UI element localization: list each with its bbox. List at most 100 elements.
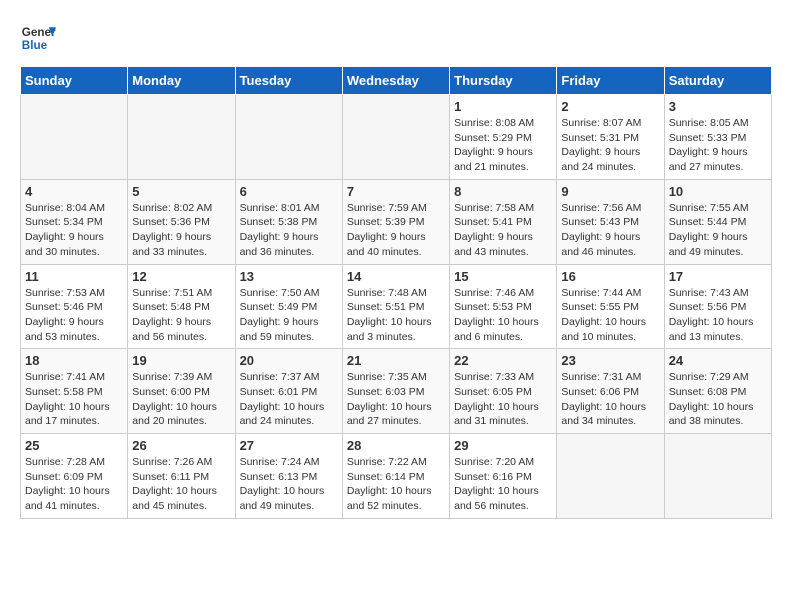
week-row-2: 4 Sunrise: 8:04 AM Sunset: 5:34 PM Daylig… xyxy=(21,179,772,264)
logo: General Blue xyxy=(20,20,60,56)
day-number: 14 xyxy=(347,269,445,284)
day-info: Sunrise: 7:20 AM Sunset: 6:16 PM Dayligh… xyxy=(454,455,552,514)
svg-text:Blue: Blue xyxy=(22,39,48,52)
day-info: Sunrise: 8:08 AM Sunset: 5:29 PM Dayligh… xyxy=(454,116,552,175)
day-number: 7 xyxy=(347,184,445,199)
day-number: 8 xyxy=(454,184,552,199)
day-info: Sunrise: 7:22 AM Sunset: 6:14 PM Dayligh… xyxy=(347,455,445,514)
day-info: Sunrise: 7:59 AM Sunset: 5:39 PM Dayligh… xyxy=(347,201,445,260)
day-info: Sunrise: 7:33 AM Sunset: 6:05 PM Dayligh… xyxy=(454,370,552,429)
day-cell xyxy=(21,95,128,180)
day-info: Sunrise: 7:53 AM Sunset: 5:46 PM Dayligh… xyxy=(25,286,123,345)
day-cell: 29 Sunrise: 7:20 AM Sunset: 6:16 PM Dayli… xyxy=(450,434,557,519)
weekday-header-wednesday: Wednesday xyxy=(342,67,449,95)
day-info: Sunrise: 7:51 AM Sunset: 5:48 PM Dayligh… xyxy=(132,286,230,345)
day-info: Sunrise: 7:37 AM Sunset: 6:01 PM Dayligh… xyxy=(240,370,338,429)
day-number: 3 xyxy=(669,99,767,114)
weekday-header-saturday: Saturday xyxy=(664,67,771,95)
day-cell: 26 Sunrise: 7:26 AM Sunset: 6:11 PM Dayli… xyxy=(128,434,235,519)
day-cell xyxy=(235,95,342,180)
day-cell: 13 Sunrise: 7:50 AM Sunset: 5:49 PM Dayli… xyxy=(235,264,342,349)
logo-icon: General Blue xyxy=(20,20,56,56)
day-number: 29 xyxy=(454,438,552,453)
week-row-5: 25 Sunrise: 7:28 AM Sunset: 6:09 PM Dayli… xyxy=(21,434,772,519)
day-cell: 20 Sunrise: 7:37 AM Sunset: 6:01 PM Dayli… xyxy=(235,349,342,434)
day-cell: 24 Sunrise: 7:29 AM Sunset: 6:08 PM Dayli… xyxy=(664,349,771,434)
day-cell: 4 Sunrise: 8:04 AM Sunset: 5:34 PM Daylig… xyxy=(21,179,128,264)
day-number: 25 xyxy=(25,438,123,453)
day-cell: 5 Sunrise: 8:02 AM Sunset: 5:36 PM Daylig… xyxy=(128,179,235,264)
weekday-header-sunday: Sunday xyxy=(21,67,128,95)
day-number: 18 xyxy=(25,353,123,368)
day-number: 28 xyxy=(347,438,445,453)
day-number: 19 xyxy=(132,353,230,368)
day-info: Sunrise: 7:24 AM Sunset: 6:13 PM Dayligh… xyxy=(240,455,338,514)
day-cell: 10 Sunrise: 7:55 AM Sunset: 5:44 PM Dayli… xyxy=(664,179,771,264)
day-info: Sunrise: 8:01 AM Sunset: 5:38 PM Dayligh… xyxy=(240,201,338,260)
calendar-table: SundayMondayTuesdayWednesdayThursdayFrid… xyxy=(20,66,772,519)
day-number: 22 xyxy=(454,353,552,368)
day-info: Sunrise: 7:31 AM Sunset: 6:06 PM Dayligh… xyxy=(561,370,659,429)
day-number: 1 xyxy=(454,99,552,114)
day-number: 17 xyxy=(669,269,767,284)
day-info: Sunrise: 7:50 AM Sunset: 5:49 PM Dayligh… xyxy=(240,286,338,345)
day-cell xyxy=(664,434,771,519)
day-number: 11 xyxy=(25,269,123,284)
day-number: 5 xyxy=(132,184,230,199)
day-info: Sunrise: 8:07 AM Sunset: 5:31 PM Dayligh… xyxy=(561,116,659,175)
day-number: 27 xyxy=(240,438,338,453)
day-cell: 12 Sunrise: 7:51 AM Sunset: 5:48 PM Dayli… xyxy=(128,264,235,349)
day-info: Sunrise: 7:28 AM Sunset: 6:09 PM Dayligh… xyxy=(25,455,123,514)
day-cell xyxy=(342,95,449,180)
day-cell: 18 Sunrise: 7:41 AM Sunset: 5:58 PM Dayli… xyxy=(21,349,128,434)
day-cell: 11 Sunrise: 7:53 AM Sunset: 5:46 PM Dayli… xyxy=(21,264,128,349)
day-number: 4 xyxy=(25,184,123,199)
day-info: Sunrise: 8:02 AM Sunset: 5:36 PM Dayligh… xyxy=(132,201,230,260)
day-cell: 6Sunrise: 8:01 AM Sunset: 5:38 PM Daylig… xyxy=(235,179,342,264)
day-number: 9 xyxy=(561,184,659,199)
day-cell: 25 Sunrise: 7:28 AM Sunset: 6:09 PM Dayli… xyxy=(21,434,128,519)
day-number: 13 xyxy=(240,269,338,284)
day-cell: 7 Sunrise: 7:59 AM Sunset: 5:39 PM Daylig… xyxy=(342,179,449,264)
day-info: Sunrise: 7:26 AM Sunset: 6:11 PM Dayligh… xyxy=(132,455,230,514)
day-info: Sunrise: 7:41 AM Sunset: 5:58 PM Dayligh… xyxy=(25,370,123,429)
day-number: 20 xyxy=(240,353,338,368)
day-info: Sunrise: 7:46 AM Sunset: 5:53 PM Dayligh… xyxy=(454,286,552,345)
weekday-header-thursday: Thursday xyxy=(450,67,557,95)
weekday-header-tuesday: Tuesday xyxy=(235,67,342,95)
day-cell: 15 Sunrise: 7:46 AM Sunset: 5:53 PM Dayli… xyxy=(450,264,557,349)
day-info: Sunrise: 7:48 AM Sunset: 5:51 PM Dayligh… xyxy=(347,286,445,345)
day-info: Sunrise: 7:55 AM Sunset: 5:44 PM Dayligh… xyxy=(669,201,767,260)
day-number: 16 xyxy=(561,269,659,284)
week-row-4: 18 Sunrise: 7:41 AM Sunset: 5:58 PM Dayli… xyxy=(21,349,772,434)
day-info: Sunrise: 7:29 AM Sunset: 6:08 PM Dayligh… xyxy=(669,370,767,429)
week-row-3: 11 Sunrise: 7:53 AM Sunset: 5:46 PM Dayli… xyxy=(21,264,772,349)
day-number: 24 xyxy=(669,353,767,368)
day-cell: 22 Sunrise: 7:33 AM Sunset: 6:05 PM Dayli… xyxy=(450,349,557,434)
day-cell: 27 Sunrise: 7:24 AM Sunset: 6:13 PM Dayli… xyxy=(235,434,342,519)
day-number: 12 xyxy=(132,269,230,284)
day-info: Sunrise: 7:35 AM Sunset: 6:03 PM Dayligh… xyxy=(347,370,445,429)
day-cell: 17Sunrise: 7:43 AM Sunset: 5:56 PM Dayli… xyxy=(664,264,771,349)
day-cell: 16Sunrise: 7:44 AM Sunset: 5:55 PM Dayli… xyxy=(557,264,664,349)
weekday-header-monday: Monday xyxy=(128,67,235,95)
day-cell: 8 Sunrise: 7:58 AM Sunset: 5:41 PM Daylig… xyxy=(450,179,557,264)
day-info: Sunrise: 7:39 AM Sunset: 6:00 PM Dayligh… xyxy=(132,370,230,429)
week-row-1: 1 Sunrise: 8:08 AM Sunset: 5:29 PM Daylig… xyxy=(21,95,772,180)
day-number: 21 xyxy=(347,353,445,368)
day-info: Sunrise: 8:05 AM Sunset: 5:33 PM Dayligh… xyxy=(669,116,767,175)
day-cell: 28 Sunrise: 7:22 AM Sunset: 6:14 PM Dayli… xyxy=(342,434,449,519)
day-number: 15 xyxy=(454,269,552,284)
weekday-header-friday: Friday xyxy=(557,67,664,95)
day-number: 2 xyxy=(561,99,659,114)
weekday-header-row: SundayMondayTuesdayWednesdayThursdayFrid… xyxy=(21,67,772,95)
day-info: Sunrise: 7:56 AM Sunset: 5:43 PM Dayligh… xyxy=(561,201,659,260)
day-cell: 23Sunrise: 7:31 AM Sunset: 6:06 PM Dayli… xyxy=(557,349,664,434)
day-cell: 2 Sunrise: 8:07 AM Sunset: 5:31 PM Daylig… xyxy=(557,95,664,180)
day-info: Sunrise: 8:04 AM Sunset: 5:34 PM Dayligh… xyxy=(25,201,123,260)
day-number: 26 xyxy=(132,438,230,453)
day-info: Sunrise: 7:58 AM Sunset: 5:41 PM Dayligh… xyxy=(454,201,552,260)
day-cell: 14 Sunrise: 7:48 AM Sunset: 5:51 PM Dayli… xyxy=(342,264,449,349)
day-number: 10 xyxy=(669,184,767,199)
day-cell: 9 Sunrise: 7:56 AM Sunset: 5:43 PM Daylig… xyxy=(557,179,664,264)
